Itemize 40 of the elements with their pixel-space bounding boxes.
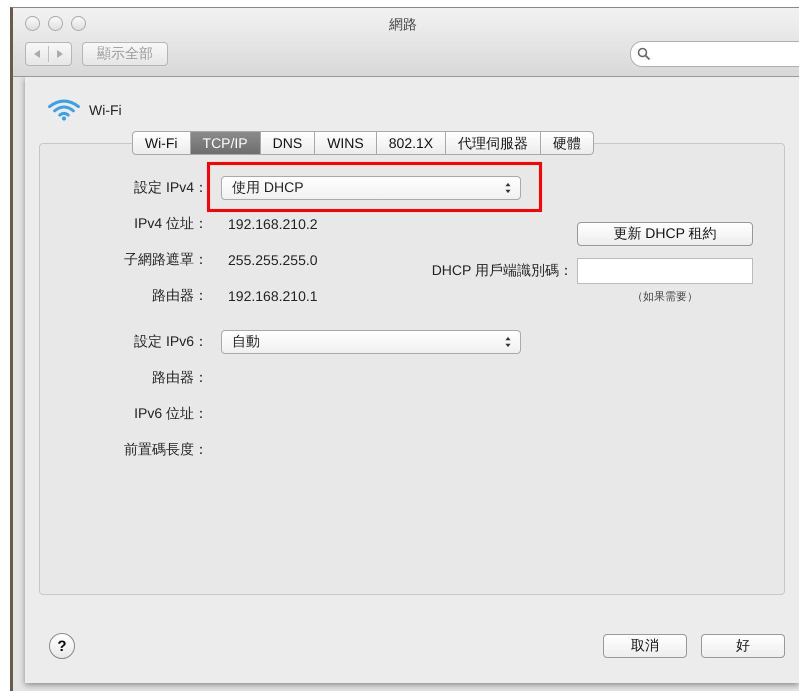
window-title: 網路 xyxy=(388,16,418,34)
dialog-button[interactable]: 取消 xyxy=(603,634,687,658)
help-button[interactable]: ? xyxy=(49,633,75,659)
field-label: 設定 IPv6： xyxy=(133,333,208,351)
minimize-button[interactable] xyxy=(48,16,63,31)
tab[interactable]: DNS xyxy=(260,131,316,155)
tab[interactable]: 硬體 xyxy=(541,131,594,155)
close-button[interactable] xyxy=(25,16,40,31)
renew-dhcp-button[interactable]: 更新 DHCP 租約 xyxy=(577,222,753,246)
field-label: IPv4 位址： xyxy=(133,215,208,233)
field-value: 192.168.210.2 xyxy=(228,216,318,232)
zoom-button[interactable] xyxy=(71,16,86,31)
dialog-button[interactable]: 好 xyxy=(701,634,785,658)
field-label: DHCP 用戶端識別碼： xyxy=(432,262,573,280)
dropdown[interactable]: 使用 DHCP xyxy=(221,176,521,200)
field-label: 路由器： xyxy=(151,369,208,387)
back-icon[interactable] xyxy=(32,49,42,59)
dropdown[interactable]: 自動 xyxy=(221,330,521,354)
search-field[interactable] xyxy=(630,41,799,67)
tab[interactable]: WINS xyxy=(315,131,377,155)
field-label: 子網路遮罩： xyxy=(123,251,208,269)
up-down-arrows-icon xyxy=(504,182,512,194)
field-value: 255.255.255.0 xyxy=(228,252,318,268)
search-icon xyxy=(637,47,651,61)
back-forward-control[interactable] xyxy=(25,42,72,66)
hint-text: （如果需要） xyxy=(632,290,698,304)
tab[interactable]: Wi-Fi xyxy=(132,131,191,155)
forward-icon[interactable] xyxy=(55,49,65,59)
tab[interactable]: TCP/IP xyxy=(190,131,261,155)
tab[interactable]: 802.1X xyxy=(376,131,446,155)
wifi-icon xyxy=(47,97,81,123)
up-down-arrows-icon xyxy=(504,336,512,348)
network-name: Wi-Fi xyxy=(89,102,122,118)
field-label: 設定 IPv4： xyxy=(133,179,208,197)
field-label: 前置碼長度： xyxy=(123,441,208,459)
field-value: 192.168.210.1 xyxy=(228,288,318,304)
field-label: 路由器： xyxy=(151,287,208,305)
tab[interactable]: 代理伺服器 xyxy=(446,131,542,155)
client-id-field[interactable] xyxy=(577,258,753,284)
field-label: IPv6 位址： xyxy=(133,405,208,423)
